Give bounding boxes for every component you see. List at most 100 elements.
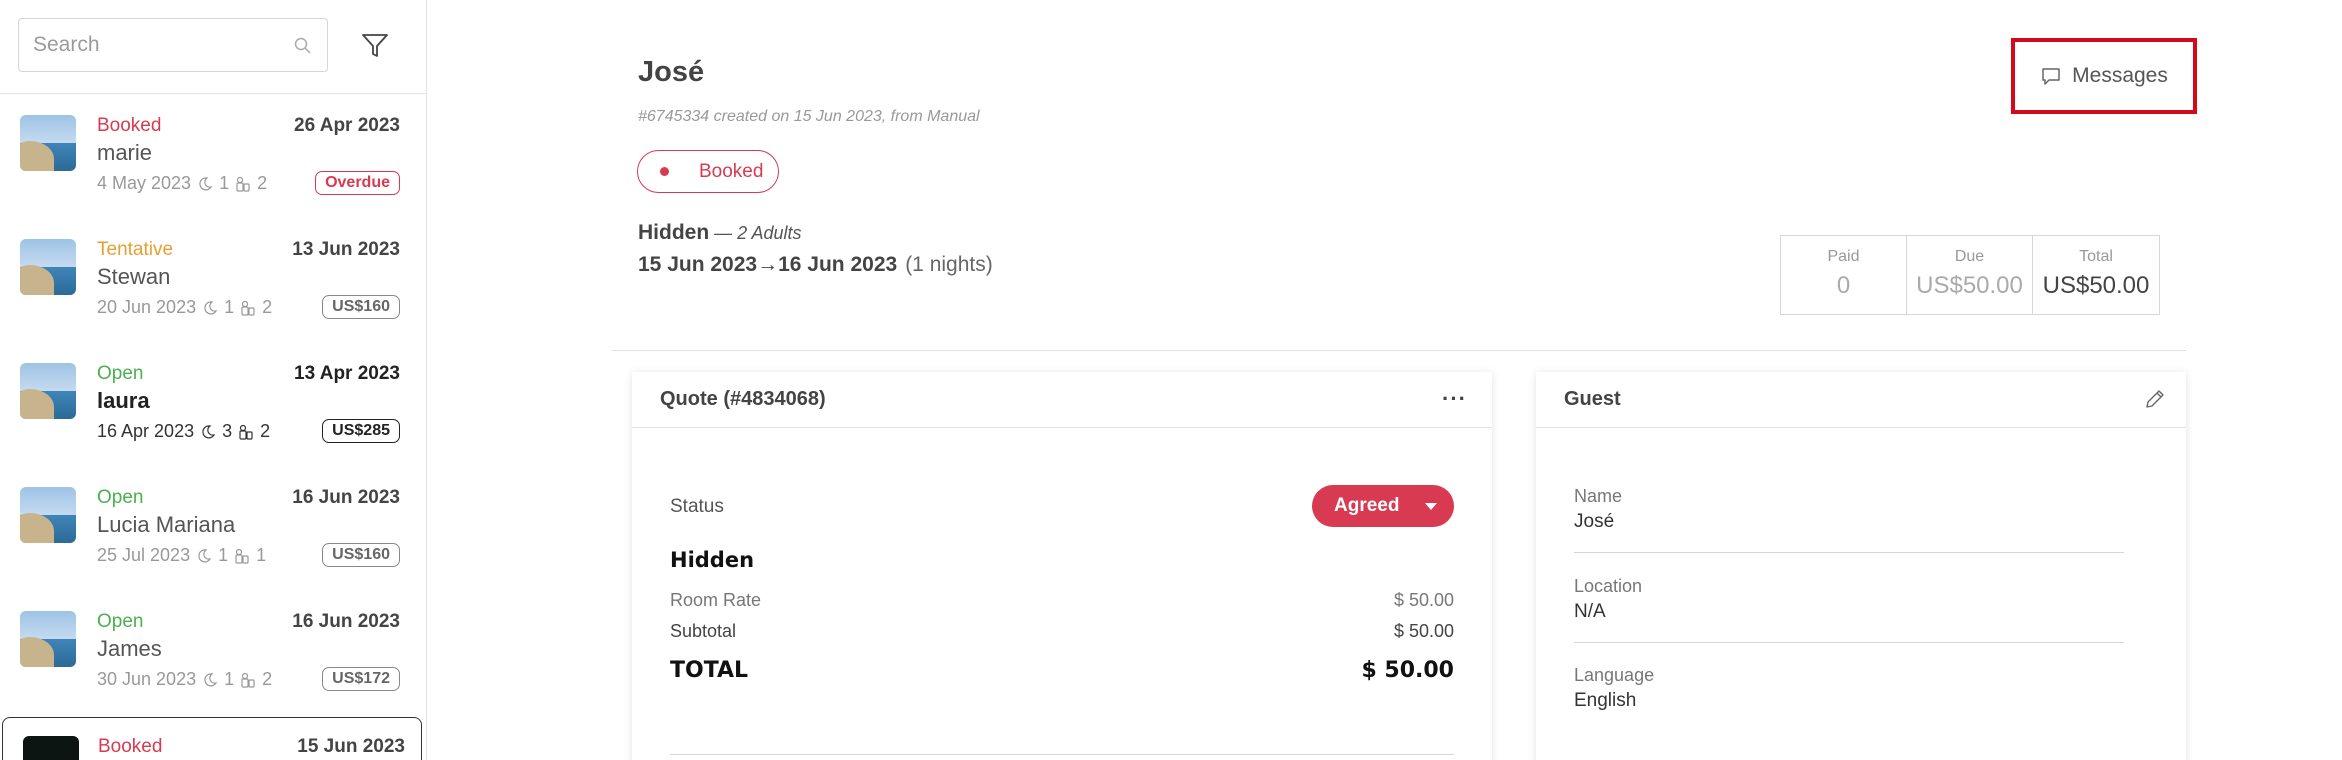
booking-list-item[interactable]: Tentative 13 Jun 2023 Stewan 20 Jun 2023… (0, 219, 426, 343)
field-value: José (1574, 511, 1615, 532)
field-value: English (1574, 690, 1637, 711)
field-label: Location (1574, 576, 1643, 596)
booking-meta: 25 Jul 2023 1 1 (97, 545, 266, 566)
search-box (18, 18, 328, 72)
due-value: US$50.00 (1916, 272, 2023, 299)
booking-meta: 4 May 2023 1 2 (97, 173, 267, 194)
quote-row-label: Room Rate (670, 590, 762, 610)
booking-list-item[interactable]: Booked 26 Apr 2023 marie 4 May 2023 1 2 … (0, 95, 426, 219)
guests-icon (241, 672, 255, 688)
paid-label: Paid (1827, 248, 1860, 265)
nights-count: 1 (218, 545, 229, 565)
search-input[interactable] (19, 19, 327, 71)
quote-total-row: TOTAL $ 50.00 (670, 658, 1454, 683)
total-label: Total (2079, 248, 2113, 265)
price-badge: US$285 (322, 419, 400, 443)
quote-card: Quote (#4834068) ··· Status Agreed Hidde… (632, 372, 1492, 760)
guest-language-field: Language English (1574, 665, 2124, 712)
property-thumbnail (20, 239, 76, 295)
booking-sidebar: Booked 26 Apr 2023 marie 4 May 2023 1 2 … (0, 0, 427, 760)
page-title: José (638, 56, 705, 88)
guests-icon (241, 300, 255, 316)
booking-meta: 30 Jun 2023 1 2 (97, 669, 272, 690)
checkout-date: 16 Jun 2023 (778, 253, 898, 276)
guests-count: 2 (262, 669, 273, 689)
nights-count: 1 (224, 297, 235, 317)
nights-summary: (1 nights) (905, 253, 993, 276)
caret-down-icon (1425, 502, 1438, 510)
checkin-date: 20 Jun 2023 (97, 297, 197, 317)
moon-icon (204, 300, 218, 314)
guests-icon (236, 176, 250, 192)
moon-icon (198, 548, 212, 562)
quote-row: Subtotal $ 50.00 (670, 621, 1454, 642)
quote-row-value: $ 50.00 (1393, 621, 1454, 641)
quote-status-label: Status (670, 496, 724, 517)
booking-date: 16 Jun 2023 (292, 487, 400, 508)
field-label: Language (1574, 665, 1655, 685)
quote-title: Quote (#4834068) (660, 388, 826, 410)
booking-list-item-selected[interactable]: Booked 15 Jun 2023 (2, 717, 422, 760)
more-options-icon[interactable]: ··· (1442, 386, 1472, 411)
price-badge: US$172 (322, 667, 400, 691)
guest-card: Guest Name José Location N/A Language En… (1536, 372, 2186, 760)
paid-cell: Paid 0 (1781, 236, 1907, 314)
booking-reference: #6745334 created on 15 Jun 2023, from Ma… (638, 108, 980, 125)
quote-status-value: Agreed (1334, 495, 1400, 516)
quote-card-header: Quote (#4834068) ··· (632, 372, 1492, 428)
guests-icon (235, 548, 249, 564)
pencil-icon[interactable] (2142, 386, 2168, 412)
guests-count: 2 (262, 297, 273, 317)
booking-date: 13 Apr 2023 (294, 363, 400, 384)
booking-list-item[interactable]: Open 16 Jun 2023 Lucia Mariana 25 Jul 20… (0, 467, 426, 591)
checkin-date: 30 Jun 2023 (97, 669, 197, 689)
quote-status-dropdown[interactable]: Agreed (1312, 485, 1454, 527)
booking-status: Open (97, 363, 144, 384)
nights-count: 1 (224, 669, 235, 689)
booking-date: 26 Apr 2023 (294, 115, 400, 136)
field-divider (1574, 642, 2124, 643)
quote-total-value: $ 50.00 (1361, 658, 1454, 683)
booking-date: 13 Jun 2023 (292, 239, 400, 260)
checkin-date: 25 Jul 2023 (97, 545, 191, 565)
guest-location-field: Location N/A (1574, 576, 2124, 623)
booking-list: Booked 26 Apr 2023 marie 4 May 2023 1 2 … (0, 95, 426, 760)
messages-button[interactable]: Messages (2011, 38, 2197, 114)
booking-list-item[interactable]: Open 13 Apr 2023 laura 16 Apr 2023 3 2 U… (0, 343, 426, 467)
field-divider (1574, 552, 2124, 553)
guests-icon (239, 424, 253, 440)
status-dot (660, 167, 669, 176)
booking-meta: 16 Apr 2023 3 2 (97, 421, 270, 442)
guest-name: marie (97, 140, 153, 165)
property-thumbnail (20, 363, 76, 419)
quote-row-label: Subtotal (670, 621, 737, 641)
messages-label: Messages (2072, 64, 2168, 87)
filter-icon[interactable] (358, 28, 392, 62)
booking-status-pill[interactable]: Booked (637, 150, 779, 193)
booking-status: Open (97, 611, 144, 632)
guests-count: 2 (260, 421, 271, 441)
property-thumbnail (20, 611, 76, 667)
due-cell: Due US$50.00 (1907, 236, 2033, 314)
quote-row-value: $ 50.00 (1393, 590, 1454, 610)
checkin-date: 16 Apr 2023 (97, 421, 195, 441)
section-divider (612, 350, 2186, 351)
booking-list-item[interactable]: Open 16 Jun 2023 James 30 Jun 2023 1 2 U… (0, 591, 426, 715)
guest-name: laura (97, 388, 150, 413)
quote-row: Room Rate $ 50.00 (670, 590, 1454, 611)
search-icon[interactable] (293, 36, 313, 56)
guest-name: Stewan (97, 264, 171, 289)
status-pill-label: Booked (699, 160, 764, 182)
paid-value: 0 (1836, 272, 1851, 299)
booking-meta: 20 Jun 2023 1 2 (97, 297, 272, 318)
chat-icon (2042, 68, 2060, 85)
booking-status: Tentative (97, 239, 174, 260)
field-label: Name (1574, 486, 1623, 506)
price-badge: US$160 (322, 295, 400, 319)
total-cell: Total US$50.00 (2033, 236, 2159, 314)
field-value: N/A (1574, 601, 1606, 622)
guest-card-header: Guest (1536, 372, 2186, 428)
booking-status: Booked (97, 115, 162, 136)
payment-badge: Overdue (315, 171, 400, 195)
nights-count: 3 (222, 421, 233, 441)
